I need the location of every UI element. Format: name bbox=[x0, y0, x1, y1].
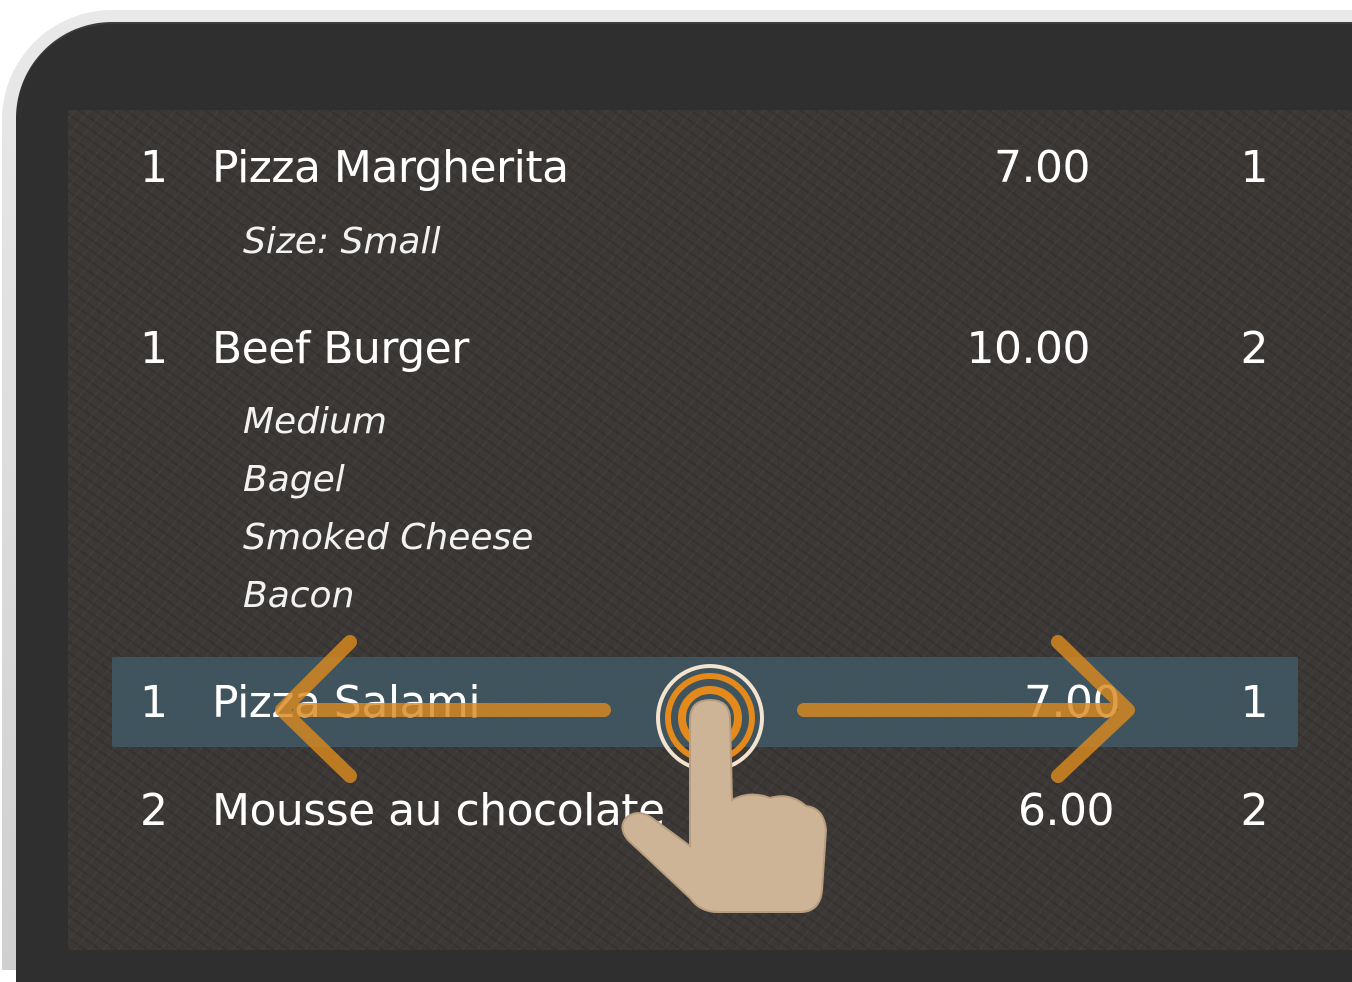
line-item-name: Mousse au chocolate bbox=[212, 785, 665, 836]
line-qty: 2 bbox=[140, 785, 168, 836]
line-modifier: Size: Small bbox=[243, 221, 441, 262]
line-item-name: Beef Burger bbox=[212, 323, 469, 374]
line-price: 6.00 bbox=[1018, 785, 1114, 836]
line-qty: 1 bbox=[140, 677, 168, 728]
line-modifier: Smoked Cheese bbox=[243, 517, 534, 558]
line-qty: 1 bbox=[140, 323, 168, 374]
line-price: 7.00 bbox=[1024, 677, 1120, 728]
line-qty: 1 bbox=[140, 142, 168, 193]
line-seat: 2 bbox=[1240, 323, 1269, 374]
line-item-name: Pizza Margherita bbox=[212, 142, 569, 193]
line-seat: 2 bbox=[1240, 785, 1269, 836]
line-price: 10.00 bbox=[966, 323, 1091, 374]
line-modifier: Bacon bbox=[243, 575, 355, 616]
line-item-name: Pizza Salami bbox=[212, 677, 481, 728]
line-price: 7.00 bbox=[994, 142, 1090, 193]
line-modifier: Bagel bbox=[243, 459, 345, 500]
line-seat: 1 bbox=[1240, 677, 1269, 728]
line-modifier: Medium bbox=[243, 401, 387, 442]
line-seat: 1 bbox=[1240, 142, 1269, 193]
